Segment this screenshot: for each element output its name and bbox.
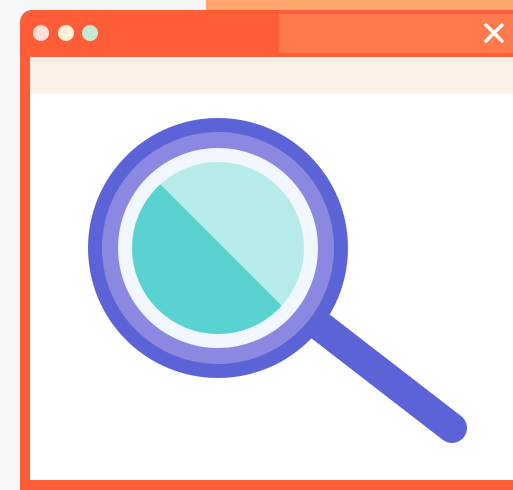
window-dot-yellow[interactable] xyxy=(58,25,74,41)
magnifying-glass-icon xyxy=(88,118,467,443)
address-bar[interactable] xyxy=(30,57,513,94)
window-dot-green[interactable] xyxy=(82,25,98,41)
close-icon xyxy=(484,23,504,43)
magnifier-handle xyxy=(305,311,467,443)
titlebar-tab-area xyxy=(279,14,513,53)
close-button[interactable] xyxy=(479,18,509,48)
window-dot-red[interactable] xyxy=(33,25,49,41)
titlebar xyxy=(20,10,513,53)
window-content xyxy=(30,94,513,480)
browser-window xyxy=(20,10,513,490)
